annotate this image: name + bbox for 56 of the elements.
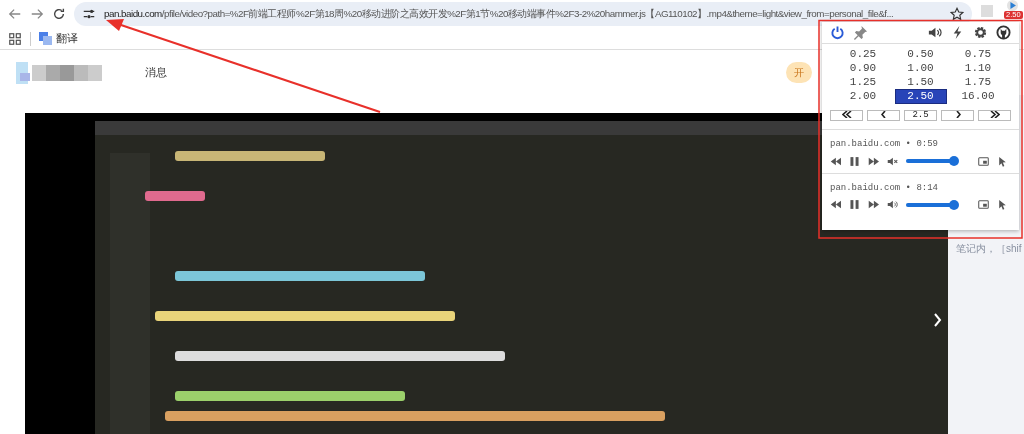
double-right-chevron-icon	[989, 111, 1000, 119]
slower-button[interactable]	[867, 110, 900, 121]
speed-option[interactable]: 0.50	[895, 48, 946, 61]
bookmark-item[interactable]: 翻译	[39, 30, 78, 47]
volume-slider[interactable]	[906, 199, 960, 210]
media-title: pan.baidu.com • 8:14	[830, 181, 940, 195]
speed-input[interactable]: 2.5	[904, 110, 937, 121]
speed-option[interactable]: 2.50	[895, 90, 946, 103]
speaker-icon[interactable]	[927, 25, 942, 40]
pin-icon[interactable]	[853, 25, 868, 40]
faster-button[interactable]	[941, 110, 974, 121]
double-left-chevron-icon	[841, 111, 852, 119]
hint-text: 笔记内，［shif	[956, 243, 1022, 254]
fast-forward-icon[interactable]	[868, 199, 879, 210]
speaker-icon[interactable]	[887, 199, 898, 210]
github-icon[interactable]	[996, 25, 1011, 40]
translate-icon	[39, 32, 52, 45]
rewind-icon[interactable]	[830, 155, 841, 167]
faster-fast-button[interactable]	[978, 110, 1011, 121]
speed-option[interactable]: 2.00	[838, 90, 888, 103]
back-icon[interactable]	[8, 7, 22, 21]
speed-option[interactable]: 1.50	[895, 76, 946, 89]
forward-icon[interactable]	[30, 7, 44, 21]
fast-forward-icon[interactable]	[868, 155, 879, 167]
speed-option[interactable]: 1.25	[838, 76, 888, 89]
picture-in-picture-icon[interactable]	[978, 155, 989, 167]
address-bar[interactable]: pan.baidu.com/pfile/video?path=%2F前端工程师%2F第18周%20移动进阶之高效开发%2F第1节%20移动端事件%2F3-2%20hammer.js【AG110102】.mp4&theme=light&view_from=personal_file&f...	[74, 2, 972, 26]
speed-option[interactable]: 0.25	[838, 48, 888, 61]
speed-option[interactable]: 0.90	[838, 62, 888, 75]
right-chevron-icon	[954, 111, 961, 119]
apps-grid-icon[interactable]	[8, 31, 22, 46]
nav-link[interactable]: 消息	[145, 64, 167, 81]
pause-icon[interactable]	[849, 155, 860, 167]
cursor-icon[interactable]	[997, 199, 1008, 210]
speed-option[interactable]: 0.75	[953, 48, 1003, 61]
play-extension-icon[interactable]	[1007, 0, 1018, 11]
rewind-icon[interactable]	[830, 199, 841, 210]
muted-speaker-icon[interactable]	[887, 155, 898, 167]
volume-slider[interactable]	[906, 156, 960, 166]
url-text: pan.baidu.com/pfile/video?path=%2F前端工程师%2F第18周%20移动进阶之高效开发%2F第1节%20移动端事件%2F3-2%20hammer.js【AG110102】.mp4&theme=light&view_from=personal_file&f...	[104, 6, 895, 21]
picture-in-picture-icon[interactable]	[978, 199, 989, 210]
cursor-icon[interactable]	[997, 155, 1008, 167]
site-settings-icon[interactable]	[82, 7, 96, 21]
power-icon[interactable]	[830, 25, 845, 40]
slower-fast-button[interactable]	[830, 110, 863, 121]
speed-option[interactable]: 1.10	[953, 62, 1003, 75]
speed-option[interactable]: 16.00	[953, 90, 1003, 103]
pause-icon[interactable]	[849, 199, 860, 210]
speed-option[interactable]: 1.00	[895, 62, 946, 75]
reload-icon[interactable]	[52, 7, 66, 21]
left-chevron-icon	[880, 111, 887, 119]
media-title: pan.baidu.com • 0:59	[830, 138, 940, 151]
settings-icon[interactable]	[973, 25, 988, 40]
bookmark-star-icon[interactable]	[950, 7, 964, 21]
next-chevron-icon[interactable]	[934, 313, 942, 327]
speed-option[interactable]: 1.75	[953, 76, 1003, 89]
